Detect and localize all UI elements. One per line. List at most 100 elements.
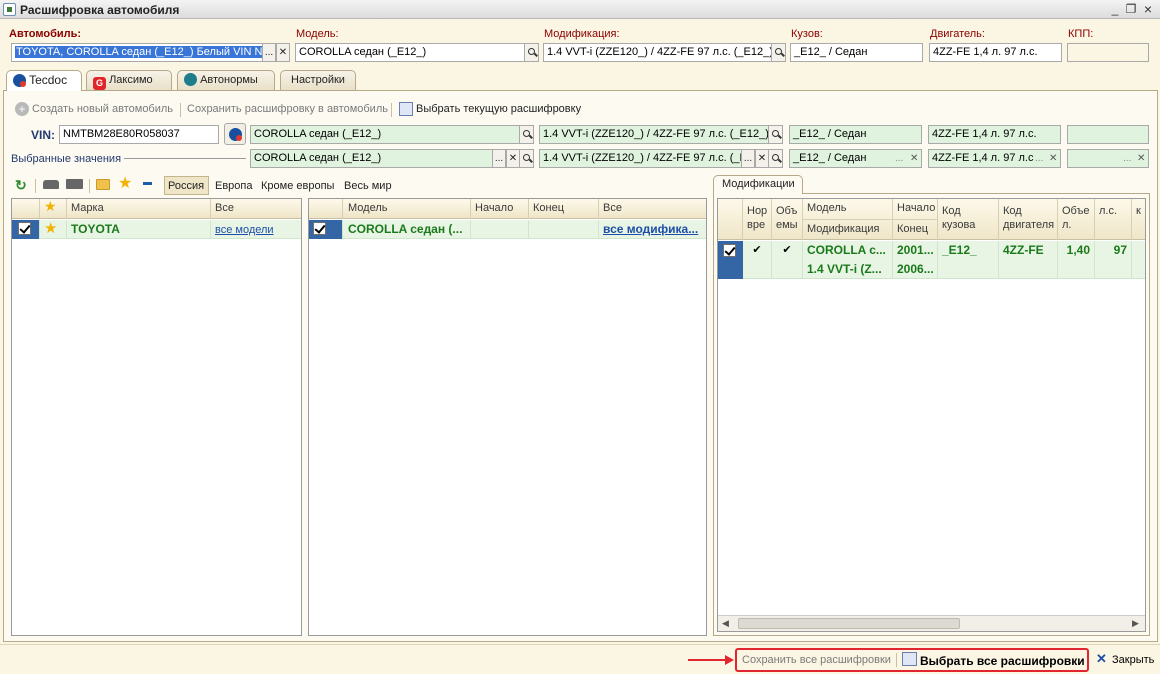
star-icon[interactable]: ★: [118, 176, 132, 192]
restore-button[interactable]: ❐: [1124, 2, 1138, 16]
row-select-cell[interactable]: [12, 220, 40, 239]
tecdoc-vin-button[interactable]: [224, 123, 246, 145]
brand-column-header[interactable]: Марка: [67, 199, 211, 219]
close-icon[interactable]: ✕: [1096, 651, 1107, 667]
select-current-decode-button[interactable]: Выбрать текущую расшифровку: [416, 103, 581, 115]
volume-column-header[interactable]: Объе л.: [1058, 199, 1095, 240]
mod-field[interactable]: 1.4 VVT-i (ZZE120_) / 4ZZ-FE 97 л.с. (_E…: [543, 43, 772, 62]
vin-kpp-field[interactable]: [1067, 125, 1149, 144]
row-select-cell[interactable]: [309, 220, 343, 239]
body-code-column-header[interactable]: Код кузова: [938, 199, 999, 240]
selected-body-field[interactable]: _E12_ / Седан ... ✕: [789, 149, 922, 168]
row-select-cell[interactable]: [718, 241, 743, 279]
horizontal-scrollbar[interactable]: ◀ ▶: [718, 615, 1145, 631]
engine-field[interactable]: 4ZZ-FE 1,4 л. 97 л.с.: [929, 43, 1062, 62]
start-column-header[interactable]: Начало: [893, 199, 938, 219]
all-mods-link-cell[interactable]: все модифика...: [599, 220, 706, 239]
vin-input[interactable]: NMTBM28E80R058037: [59, 125, 219, 144]
start-column-header[interactable]: Начало: [471, 199, 529, 219]
truck-icon[interactable]: [66, 179, 83, 189]
clear-icon[interactable]: ✕: [1049, 150, 1057, 167]
modification-column-header[interactable]: Модификация: [803, 219, 893, 240]
end-column-header[interactable]: Конец: [893, 219, 938, 240]
minimize-button[interactable]: _: [1108, 2, 1122, 16]
selected-model-select-button[interactable]: ...: [492, 149, 506, 168]
all-column-header[interactable]: Все: [599, 199, 706, 219]
model-grid[interactable]: Модель Начало Конец Все COROLLA седан (.…: [308, 198, 707, 636]
selected-model-field[interactable]: COROLLA седан (_E12_): [250, 149, 493, 168]
select-column-header[interactable]: [718, 199, 743, 240]
selected-model-clear-button[interactable]: ✕: [506, 149, 520, 168]
model-search-button[interactable]: [524, 43, 539, 62]
table-row[interactable]: ★ TOYOTA все модели: [12, 220, 301, 239]
selected-model-search-button[interactable]: [519, 149, 534, 168]
body-field[interactable]: _E12_ / Седан: [790, 43, 923, 62]
create-new-car-button[interactable]: Создать новый автомобиль: [32, 103, 173, 115]
save-decode-button[interactable]: Сохранить расшифровку в автомобиль: [187, 103, 388, 115]
all-models-link-cell[interactable]: все модели: [211, 220, 301, 239]
select-all-decodes-button[interactable]: Выбрать все расшифровки: [920, 654, 1085, 668]
tab-laximo[interactable]: G Лаксимо: [86, 70, 172, 90]
more-icon[interactable]: ...: [1123, 150, 1131, 167]
vin-model-field[interactable]: COROLLA седан (_E12_): [250, 125, 520, 144]
clear-icon[interactable]: ✕: [1137, 150, 1145, 167]
car-select-button[interactable]: ...: [262, 43, 276, 62]
selected-mod-clear-button[interactable]: ✕: [755, 149, 769, 168]
check-column-header[interactable]: [12, 199, 40, 219]
selected-engine-field[interactable]: 4ZZ-FE 1,4 л. 97 л.с ... ✕: [928, 149, 1061, 168]
favorite-cell[interactable]: ★: [40, 220, 67, 239]
refresh-icon[interactable]: ↻: [15, 177, 27, 194]
checkbox-checked[interactable]: [723, 244, 736, 257]
scrollbar-thumb[interactable]: [738, 618, 960, 629]
end-column-header[interactable]: Конец: [529, 199, 599, 219]
norm-column-header[interactable]: Нор вре: [743, 199, 772, 240]
vin-body-field[interactable]: _E12_ / Седан: [789, 125, 922, 144]
tab-settings[interactable]: Настройки: [280, 70, 356, 90]
checkbox-checked[interactable]: [18, 222, 31, 235]
filter-non-europe-button[interactable]: Кроме европы: [261, 180, 334, 192]
kpp-field[interactable]: [1067, 43, 1149, 62]
model-column-header[interactable]: Модель: [803, 199, 893, 219]
vin-mod-search-button[interactable]: [768, 125, 783, 144]
minus-icon[interactable]: [143, 182, 152, 185]
scroll-right-icon[interactable]: ▶: [1132, 618, 1139, 629]
mod-search-button[interactable]: [771, 43, 786, 62]
car-clear-button[interactable]: ✕: [276, 43, 290, 62]
clear-icon[interactable]: ✕: [910, 150, 918, 167]
brand-grid[interactable]: ★ Марка Все ★ TOYOTA все модели: [11, 198, 302, 636]
save-all-decodes-button[interactable]: Сохранить все расшифровки: [742, 654, 891, 666]
k-column-header[interactable]: к: [1132, 199, 1145, 240]
table-row[interactable]: COROLLA седан (... все модифика...: [309, 220, 706, 239]
selected-mod-select-button[interactable]: ...: [741, 149, 755, 168]
checkbox-checked[interactable]: [313, 222, 326, 235]
more-icon[interactable]: ...: [1035, 150, 1043, 167]
vin-engine-field[interactable]: 4ZZ-FE 1,4 л. 97 л.с.: [928, 125, 1061, 144]
car-field[interactable]: TOYOTA, COROLLA седан (_E12_) Белый VIN …: [11, 43, 263, 62]
folder-icon[interactable]: [96, 179, 110, 190]
close-button[interactable]: Закрыть: [1112, 654, 1154, 666]
all-modifications-link[interactable]: все модифика...: [603, 222, 698, 236]
tab-tecdoc[interactable]: Tecdoc: [6, 70, 82, 91]
volumes-column-header[interactable]: Объ емы: [772, 199, 803, 240]
tab-modifications[interactable]: Модификации: [713, 175, 803, 194]
table-row[interactable]: ✔ ✔ COROLLA с... 1.4 VVT-i (Z... 2001...…: [718, 241, 1145, 279]
check-column-header[interactable]: [309, 199, 343, 219]
close-window-button[interactable]: ×: [1141, 2, 1155, 16]
vin-mod-field[interactable]: 1.4 VVT-i (ZZE120_) / 4ZZ-FE 97 л.с. (_E…: [539, 125, 769, 144]
model-column-header[interactable]: Модель: [343, 199, 471, 219]
tab-avtonormy[interactable]: Автонормы: [177, 70, 275, 90]
vin-model-search-button[interactable]: [519, 125, 534, 144]
more-icon[interactable]: ...: [895, 150, 903, 167]
all-models-link[interactable]: все модели: [215, 224, 274, 236]
hp-column-header[interactable]: л.с.: [1095, 199, 1132, 240]
filter-europe-button[interactable]: Европа: [215, 180, 253, 192]
model-field[interactable]: COROLLA седан (_E12_): [295, 43, 525, 62]
favorite-column-header[interactable]: ★: [40, 199, 67, 219]
selected-mod-search-button[interactable]: [768, 149, 783, 168]
scroll-left-icon[interactable]: ◀: [722, 618, 729, 629]
selected-kpp-field[interactable]: ... ✕: [1067, 149, 1149, 168]
filter-world-button[interactable]: Весь мир: [344, 180, 392, 192]
engine-code-column-header[interactable]: Код двигателя: [999, 199, 1058, 240]
all-column-header[interactable]: Все: [211, 199, 301, 219]
selected-mod-field[interactable]: 1.4 VVT-i (ZZE120_) / 4ZZ-FE 97 л.с. (_E: [539, 149, 742, 168]
